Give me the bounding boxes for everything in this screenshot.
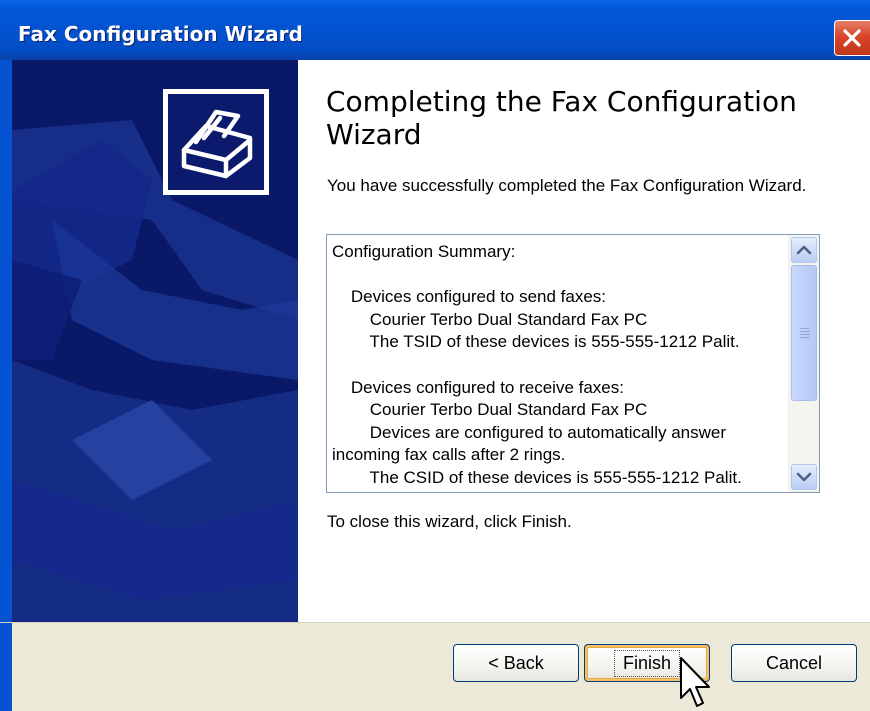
title-bar[interactable]: Fax Configuration Wizard bbox=[0, 0, 870, 60]
window-left-border bbox=[0, 623, 12, 711]
finish-button-label: Finish bbox=[613, 649, 680, 677]
summary-text: Configuration Summary: ​ Devices configu… bbox=[332, 241, 787, 490]
summary-line: Devices are configured to automatically … bbox=[332, 422, 727, 442]
outro-text: To close this wizard, click Finish. bbox=[327, 512, 572, 531]
summary-line: Courier Terbo Dual Standard Fax PC bbox=[332, 309, 648, 329]
configuration-summary-box[interactable]: Configuration Summary: ​ Devices configu… bbox=[326, 234, 820, 493]
scroll-up-arrow-icon bbox=[796, 245, 812, 255]
scrollbar-thumb[interactable] bbox=[791, 265, 817, 401]
button-bar: < Back Finish Cancel bbox=[0, 622, 870, 711]
scroll-down-button[interactable] bbox=[791, 464, 817, 490]
back-button[interactable]: < Back bbox=[453, 644, 579, 682]
close-button[interactable] bbox=[834, 20, 870, 56]
summary-line: The CSID of these devices is 555-555-121… bbox=[332, 467, 742, 487]
summary-line: incoming fax calls after 2 rings. bbox=[332, 445, 566, 465]
scroll-up-button[interactable] bbox=[791, 237, 817, 263]
summary-line: ​ bbox=[332, 354, 787, 377]
fax-logo bbox=[163, 89, 269, 195]
scroll-down-arrow-icon bbox=[796, 472, 812, 482]
wizard-side-panel bbox=[12, 60, 298, 622]
summary-line: ​ bbox=[332, 264, 787, 287]
wizard-content: Completing the Fax Configuration Wizard … bbox=[298, 60, 870, 622]
summary-line: Devices configured to receive faxes: bbox=[332, 377, 624, 397]
vertical-scrollbar[interactable] bbox=[788, 235, 819, 492]
mouse-pointer-icon bbox=[680, 657, 710, 707]
close-icon bbox=[843, 29, 861, 47]
window-title: Fax Configuration Wizard bbox=[18, 22, 303, 46]
page-title: Completing the Fax Configuration Wizard bbox=[326, 85, 797, 151]
cancel-button[interactable]: Cancel bbox=[731, 644, 857, 682]
window-left-border bbox=[0, 60, 12, 622]
fax-machine-icon bbox=[181, 109, 253, 179]
intro-text: You have successfully completed the Fax … bbox=[327, 176, 807, 195]
summary-line: Configuration Summary: bbox=[332, 242, 516, 261]
summary-line: Devices configured to send faxes: bbox=[332, 287, 607, 307]
wizard-window: Fax Configuration Wizard Completing the … bbox=[0, 0, 870, 711]
summary-line: The TSID of these devices is 555-555-121… bbox=[332, 332, 740, 352]
summary-line: Courier Terbo Dual Standard Fax PC bbox=[332, 400, 648, 420]
